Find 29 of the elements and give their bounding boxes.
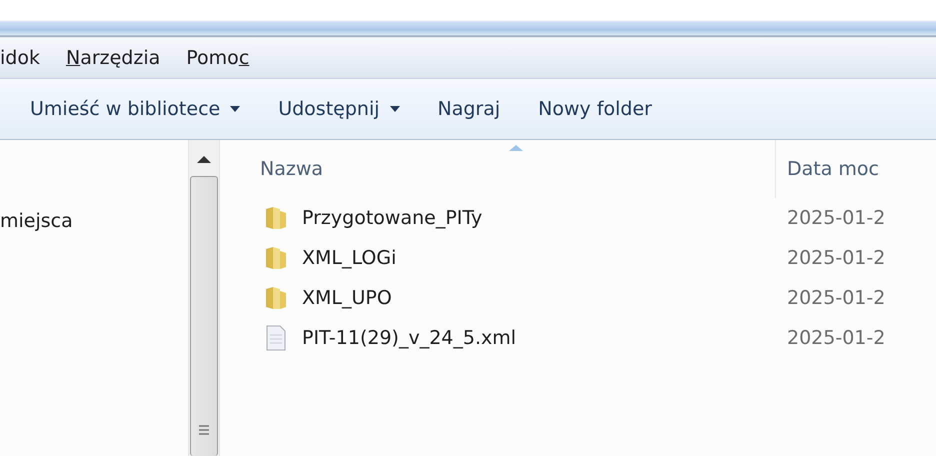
grip-icon (198, 424, 210, 436)
sort-arrow-icon (508, 144, 524, 152)
document-icon (264, 325, 288, 351)
toolbar-button[interactable]: Umieść w bibliotece (16, 92, 254, 126)
scrollbar[interactable] (188, 140, 220, 456)
file-name[interactable]: Przygotowane_PITy (302, 207, 482, 229)
column-header[interactable]: Data moc (775, 140, 936, 198)
file-name[interactable]: XML_LOGi (302, 247, 396, 269)
caret-icon (390, 106, 400, 112)
date-cell-text: 2025-01-2 (786, 287, 886, 309)
toolbar-button[interactable]: Nowy folder (524, 92, 666, 126)
toolbar-button[interactable]: Udostępnij (264, 92, 414, 126)
menu-item[interactable]: idok (0, 47, 40, 69)
date-cell-text: 2025-01-2 (786, 207, 886, 229)
date-cell-text: 2025-01-2 (786, 247, 886, 269)
folder-icon (264, 245, 288, 271)
menu-item[interactable]: Narzędzia (66, 47, 160, 69)
menu-item[interactable]: Pomoc (186, 47, 250, 69)
file-name[interactable]: XML_UPO (302, 287, 392, 309)
folder-icon (264, 205, 288, 231)
scroll-up-icon[interactable] (196, 154, 212, 164)
navigation-item[interactable]: miejsca (0, 210, 188, 232)
caret-icon (230, 106, 240, 112)
date-cell-text: 2025-01-2 (786, 327, 886, 349)
scroll-thumb[interactable] (190, 176, 218, 456)
column-header[interactable]: Nazwa (220, 140, 775, 198)
toolbar-button[interactable]: Nagraj (424, 92, 514, 126)
folder-icon (264, 285, 288, 311)
file-name[interactable]: PIT-11(29)_v_24_5.xml (302, 327, 516, 349)
